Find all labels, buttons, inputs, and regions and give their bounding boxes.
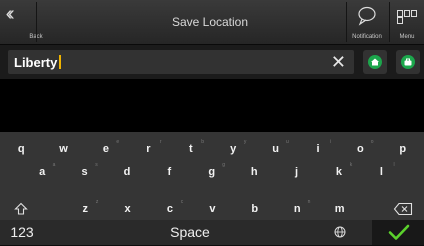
key-d[interactable]: d: [106, 161, 148, 183]
text-cursor: [59, 55, 61, 69]
key-label: j: [295, 166, 299, 178]
key-hint: e: [116, 139, 120, 145]
shift-icon: [14, 202, 28, 215]
key-label: e: [102, 143, 110, 155]
key-h[interactable]: h: [233, 161, 275, 183]
key-w[interactable]: w: [42, 138, 84, 160]
menu-button[interactable]: Menu: [390, 0, 424, 44]
menu-label: Menu: [399, 34, 415, 40]
key-y[interactable]: yy: [212, 138, 254, 160]
done-button[interactable]: [372, 220, 424, 245]
key-x[interactable]: x: [106, 198, 148, 220]
key-hint: s: [95, 162, 98, 168]
key-label: b: [251, 203, 259, 215]
on-screen-keyboard: qweerrtbyyuuiioop aassdfgghjkkll zzxccvb…: [0, 132, 424, 245]
briefcase-icon: [401, 55, 415, 69]
location-name-field[interactable]: ✕: [8, 50, 354, 74]
key-s[interactable]: ss: [63, 161, 105, 183]
key-label: d: [123, 166, 131, 178]
key-label: w: [59, 143, 68, 155]
key-hint: r: [159, 139, 162, 145]
key-label: u: [272, 143, 279, 155]
save-as-home-button[interactable]: [363, 50, 387, 74]
key-q[interactable]: q: [0, 138, 42, 160]
key-f[interactable]: f: [148, 161, 190, 183]
space-key[interactable]: Space: [100, 220, 280, 245]
key-a[interactable]: aa: [21, 161, 63, 183]
key-label: r: [146, 143, 151, 155]
save-as-work-button[interactable]: [396, 50, 420, 74]
key-label: o: [357, 143, 364, 155]
key-l[interactable]: ll: [360, 161, 402, 183]
key-z[interactable]: zz: [64, 198, 106, 220]
divider: [36, 2, 37, 42]
key-hint: b: [201, 139, 204, 145]
key-hint: k: [349, 162, 353, 168]
key-hint: a: [52, 162, 56, 168]
key-hint: n: [307, 199, 311, 205]
key-label: y: [230, 143, 237, 155]
notification-button[interactable]: Notification: [347, 0, 387, 44]
key-u[interactable]: uu: [254, 138, 296, 160]
title-bar: ‹‹ Back Save Location Notification Menu: [0, 0, 424, 45]
key-label: i: [316, 143, 320, 155]
backspace-key[interactable]: [382, 198, 424, 220]
globe-icon: [334, 226, 346, 238]
back-button[interactable]: ‹‹ Back: [0, 0, 43, 44]
key-label: z: [82, 203, 88, 215]
keyboard-bottom-row: 123 Space: [0, 220, 424, 245]
key-hint: l: [393, 162, 395, 168]
key-label: c: [166, 203, 174, 215]
home-icon: [368, 55, 382, 69]
key-label: t: [188, 143, 193, 155]
key-label: h: [250, 166, 258, 178]
menu-grid-icon: [397, 10, 419, 24]
numbers-key[interactable]: 123: [0, 220, 44, 245]
key-k[interactable]: kk: [318, 161, 360, 183]
key-label: f: [167, 166, 172, 178]
key-m[interactable]: m: [318, 198, 360, 220]
key-r[interactable]: rr: [127, 138, 169, 160]
key-j[interactable]: j: [275, 161, 317, 183]
key-label: q: [17, 143, 25, 155]
key-label: x: [124, 203, 131, 215]
key-t[interactable]: tb: [170, 138, 212, 160]
key-b[interactable]: b: [234, 198, 276, 220]
shift-key[interactable]: [0, 198, 42, 220]
key-g[interactable]: gg: [191, 161, 233, 183]
key-label: k: [335, 166, 343, 178]
notification-bubble-icon: [358, 6, 376, 26]
globe-key[interactable]: [326, 220, 354, 245]
key-n[interactable]: nn: [276, 198, 318, 220]
key-label: m: [334, 203, 345, 215]
key-label: n: [293, 203, 301, 215]
key-hint: y: [243, 139, 247, 145]
key-label: p: [399, 143, 407, 155]
key-label: s: [81, 166, 88, 178]
checkmark-icon: [388, 224, 410, 240]
key-label: l: [379, 166, 383, 178]
search-bar: ✕: [0, 45, 424, 79]
key-label: g: [208, 166, 216, 178]
key-label: a: [39, 166, 46, 178]
key-v[interactable]: v: [191, 198, 233, 220]
backspace-icon: [393, 202, 413, 216]
notification-label: Notification: [352, 34, 382, 40]
key-hint: i: [330, 139, 332, 145]
close-icon[interactable]: ✕: [331, 52, 346, 72]
key-p[interactable]: p: [382, 138, 424, 160]
key-hint: o: [370, 139, 374, 145]
key-i[interactable]: ii: [297, 138, 339, 160]
page-title: Save Location: [171, 15, 249, 29]
key-e[interactable]: ee: [85, 138, 127, 160]
key-hint: u: [286, 139, 289, 145]
key-label: v: [209, 203, 216, 215]
key-hint: z: [95, 199, 99, 205]
key-hint: g: [222, 162, 225, 168]
key-hint: c: [180, 199, 184, 205]
key-c[interactable]: cc: [149, 198, 191, 220]
key-o[interactable]: oo: [339, 138, 381, 160]
results-list: [0, 79, 424, 132]
